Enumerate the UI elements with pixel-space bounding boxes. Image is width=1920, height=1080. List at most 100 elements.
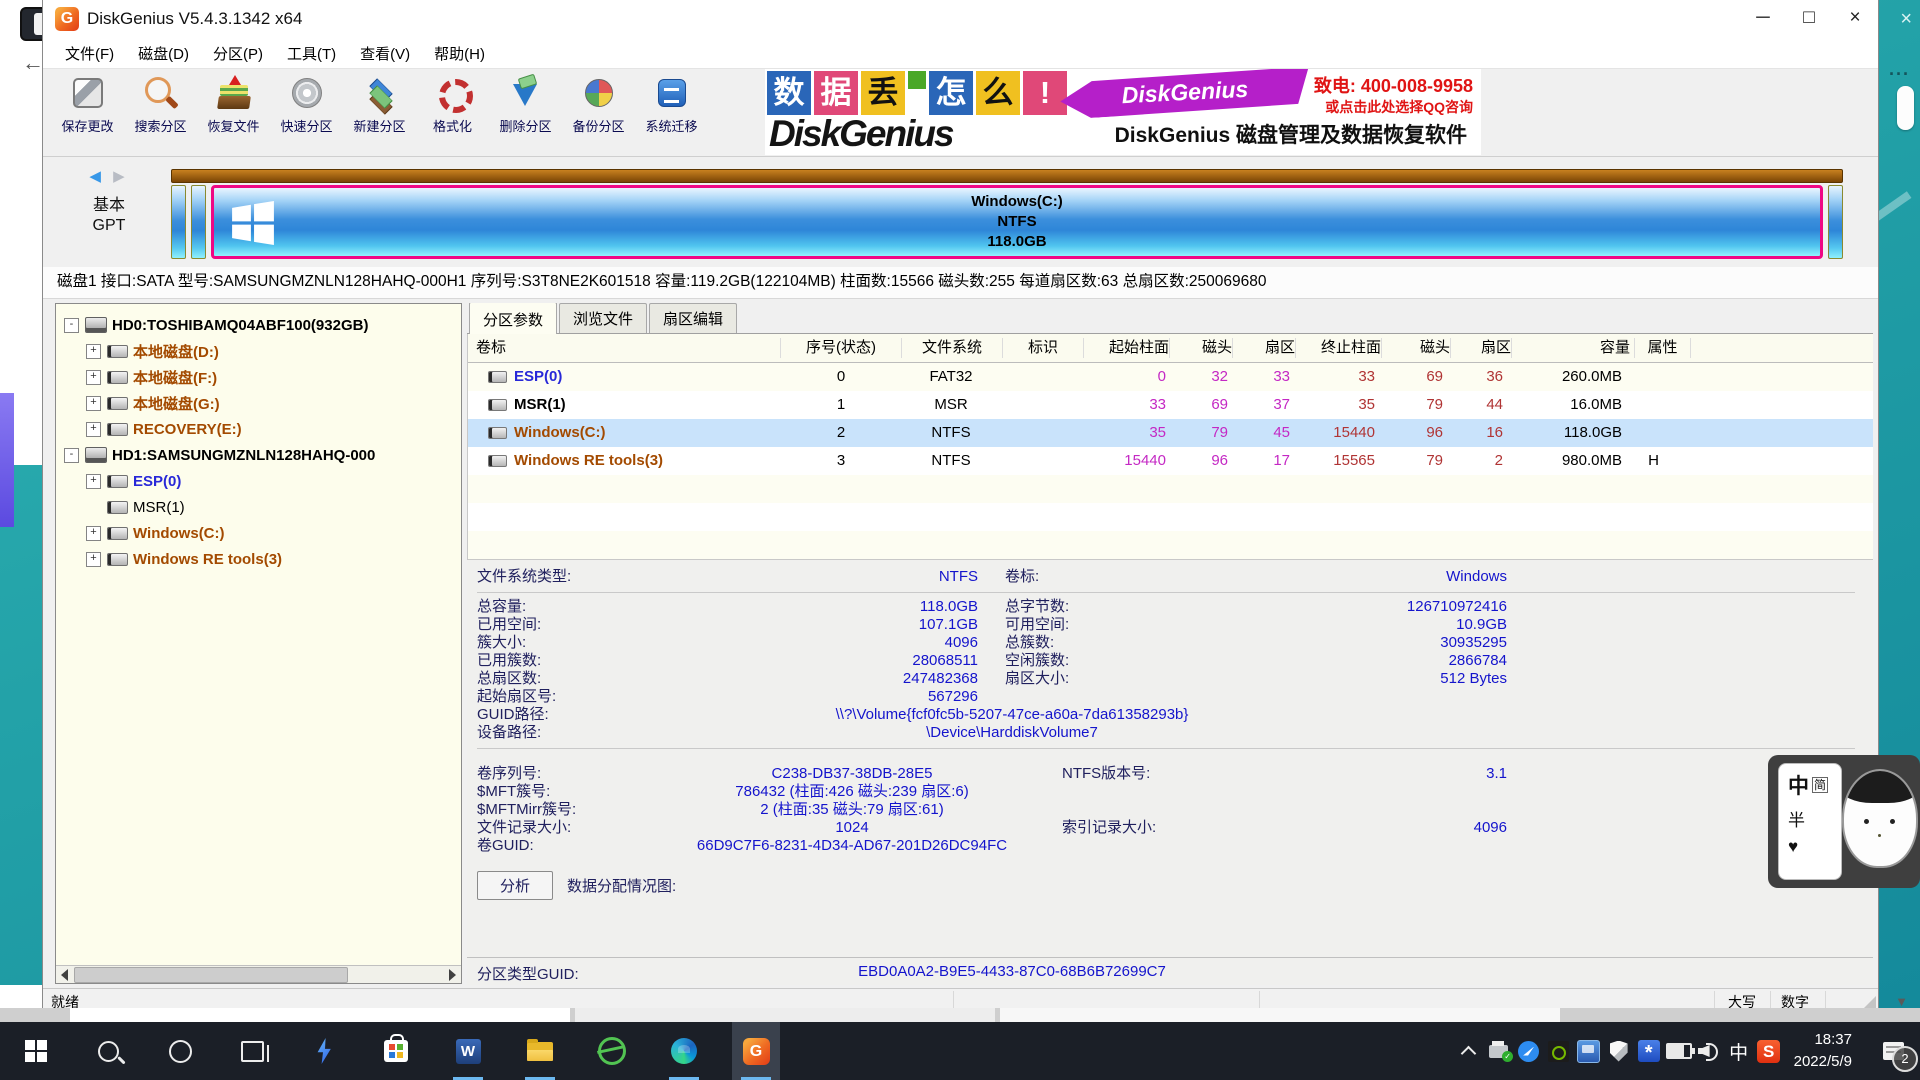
analyze-button[interactable]: 分析 xyxy=(477,871,553,900)
prev-disk-arrow[interactable]: ◀ xyxy=(89,168,105,185)
background-more-icon[interactable]: ··· xyxy=(1889,64,1910,85)
column-header[interactable]: 容量 xyxy=(1512,338,1635,358)
toolbar-button[interactable]: 备份分区 xyxy=(562,69,635,156)
tray-item[interactable]: 中 xyxy=(1724,1022,1754,1080)
menu-item[interactable]: 工具(T) xyxy=(275,43,348,64)
tree-item[interactable]: + RECOVERY(E:) xyxy=(56,416,461,442)
taskbar-button[interactable] xyxy=(516,1022,564,1080)
column-header[interactable]: 扇区 xyxy=(1233,338,1296,358)
tab[interactable]: 浏览文件 xyxy=(559,303,647,333)
windows-c-partition-bar[interactable]: Windows(C:) NTFS 118.0GB xyxy=(211,185,1823,259)
tray-item[interactable] xyxy=(1694,1022,1724,1080)
column-header[interactable]: 属性 xyxy=(1635,338,1691,358)
tray-item[interactable] xyxy=(1604,1022,1634,1080)
toolbar-button[interactable]: 删除分区 xyxy=(489,69,562,156)
menu-item[interactable]: 磁盘(D) xyxy=(126,43,201,64)
menu-item[interactable]: 文件(F) xyxy=(53,43,126,64)
tray-item[interactable] xyxy=(1544,1022,1574,1080)
msr-partition-bar[interactable] xyxy=(191,185,206,259)
toolbar-button[interactable]: 格式化 xyxy=(416,69,489,156)
tab[interactable]: 扇区编辑 xyxy=(649,303,737,333)
tree-expander[interactable]: + xyxy=(86,422,101,437)
column-header[interactable]: 终止柱面 xyxy=(1296,338,1382,358)
taskbar-button[interactable] xyxy=(660,1022,708,1080)
ime-half-width[interactable]: 半 xyxy=(1788,806,1841,831)
tree-item[interactable]: - HD1:SAMSUNGMZNLN128HAHQ-000 xyxy=(56,442,461,468)
tree-expander[interactable]: + xyxy=(86,552,101,567)
table-row[interactable]: ESP(0) 0 FAT32 0 32 33 33 69 36 260.0MB xyxy=(468,363,1873,391)
column-header[interactable]: 磁头 xyxy=(1170,338,1233,358)
tree-expander[interactable]: - xyxy=(64,318,79,333)
tree-item[interactable]: + 本地磁盘(G:) xyxy=(56,390,461,416)
taskbar-button[interactable] xyxy=(156,1022,204,1080)
taskbar-button[interactable] xyxy=(12,1022,60,1080)
column-header[interactable]: 标识 xyxy=(1003,338,1084,358)
tree-item[interactable]: + 本地磁盘(D:) xyxy=(56,338,461,364)
ime-mode-chinese[interactable]: 中 xyxy=(1788,775,1809,798)
column-header[interactable]: 卷标 xyxy=(468,338,781,358)
scroll-left-arrow[interactable] xyxy=(61,969,68,981)
tree-expander[interactable]: + xyxy=(86,396,101,411)
action-center-button[interactable]: 2 xyxy=(1866,1022,1920,1080)
toolbar-button[interactable]: 保存更改 xyxy=(51,69,124,156)
ad-banner[interactable]: 数据丢怎么! DiskGenius 致电: 400-008-9958 或点击此处… xyxy=(765,69,1481,155)
table-row[interactable]: MSR(1) 1 MSR 33 69 37 35 79 44 16.0MB xyxy=(468,391,1873,419)
tree-item[interactable]: + Windows RE tools(3) xyxy=(56,546,461,572)
background-scrollbar[interactable] xyxy=(1897,86,1914,130)
tree-item[interactable]: - HD0:TOSHIBAMQ04ABF100(932GB) xyxy=(56,312,461,338)
taskbar-button[interactable] xyxy=(300,1022,348,1080)
maximize-button[interactable]: □ xyxy=(1786,2,1832,36)
disk0-bar[interactable] xyxy=(171,169,1843,183)
tree-item[interactable]: MSR(1) xyxy=(56,494,461,520)
tray-item[interactable] xyxy=(1664,1022,1694,1080)
taskbar-button[interactable] xyxy=(84,1022,132,1080)
taskbar-button[interactable] xyxy=(372,1022,420,1080)
tray-item[interactable] xyxy=(1574,1022,1604,1080)
tray-item[interactable] xyxy=(1484,1022,1514,1080)
column-header[interactable]: 起始柱面 xyxy=(1084,338,1170,358)
clock[interactable]: 18:37 2022/5/9 xyxy=(1794,1029,1852,1073)
toolbar-button[interactable]: 快速分区 xyxy=(270,69,343,156)
tree-horizontal-scrollbar[interactable] xyxy=(56,965,461,983)
tray-item[interactable]: S xyxy=(1754,1022,1784,1080)
ime-status-panel[interactable]: 中简 半 ♥ xyxy=(1778,763,1842,880)
ime-simplified[interactable]: 简 xyxy=(1812,777,1828,793)
minimize-button[interactable]: ─ xyxy=(1740,2,1786,36)
scrollbar-thumb[interactable] xyxy=(74,967,348,983)
taskbar-button[interactable] xyxy=(444,1022,492,1080)
taskbar-button[interactable] xyxy=(732,1022,780,1080)
tree-item[interactable]: + 本地磁盘(F:) xyxy=(56,364,461,390)
tree-expander[interactable]: + xyxy=(86,344,101,359)
table-row[interactable]: Windows(C:) 2 NTFS 35 79 45 15440 96 16 … xyxy=(468,419,1873,447)
table-row[interactable]: Windows RE tools(3) 3 NTFS 15440 96 17 1… xyxy=(468,447,1873,475)
banner-qq-link[interactable]: 或点击此处选择QQ咨询 xyxy=(1325,97,1473,117)
tray-item[interactable] xyxy=(1514,1022,1544,1080)
column-header[interactable]: 文件系统 xyxy=(902,338,1003,358)
column-header[interactable]: 磁头 xyxy=(1382,338,1451,358)
tree-expander[interactable]: - xyxy=(64,448,79,463)
tree-expander[interactable]: + xyxy=(86,526,101,541)
taskbar-button[interactable] xyxy=(228,1022,276,1080)
toolbar-button[interactable]: 新建分区 xyxy=(343,69,416,156)
next-disk-arrow[interactable]: ▶ xyxy=(113,168,129,185)
tree-item[interactable]: + Windows(C:) xyxy=(56,520,461,546)
back-arrow-icon[interactable]: ← xyxy=(22,50,44,76)
column-header[interactable]: 扇区 xyxy=(1451,338,1512,358)
background-close-icon[interactable]: × xyxy=(1900,8,1912,31)
tree-expander[interactable]: + xyxy=(86,474,101,489)
taskbar-button[interactable] xyxy=(588,1022,636,1080)
menu-item[interactable]: 分区(P) xyxy=(201,43,275,64)
toolbar-button[interactable]: 系统迁移 xyxy=(635,69,708,156)
ime-status-widget[interactable]: 中简 半 ♥ xyxy=(1768,755,1920,888)
toolbar-button[interactable]: 恢复文件 xyxy=(197,69,270,156)
tray-item[interactable] xyxy=(1634,1022,1664,1080)
tray-item[interactable] xyxy=(1454,1022,1484,1080)
tree-expander[interactable]: + xyxy=(86,370,101,385)
re-tools-partition-bar[interactable] xyxy=(1828,185,1843,259)
tab[interactable]: 分区参数 xyxy=(469,303,557,334)
toolbar-button[interactable]: 搜索分区 xyxy=(124,69,197,156)
scroll-right-arrow[interactable] xyxy=(449,969,456,981)
column-header[interactable]: 序号(状态) xyxy=(781,338,902,358)
menu-item[interactable]: 帮助(H) xyxy=(422,43,497,64)
ime-heart-icon[interactable]: ♥ xyxy=(1788,837,1841,857)
